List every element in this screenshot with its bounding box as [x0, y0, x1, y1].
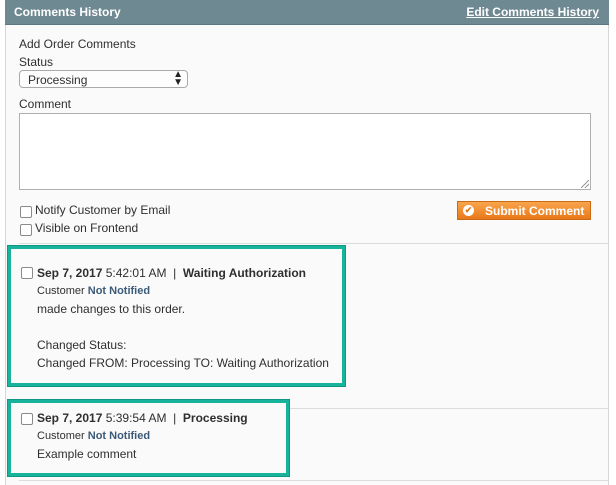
notify-customer-label: Notify Customer by Email	[35, 203, 171, 217]
entry-1-line-3: Changed FROM: Processing TO: Waiting Aut…	[37, 356, 329, 370]
notify-customer-checkbox[interactable]	[20, 206, 32, 218]
panel-header: Comments History Edit Comments History	[5, 0, 609, 25]
entry-1-date: Sep 7, 2017	[37, 266, 103, 280]
entry-1-line-2: Changed Status:	[37, 338, 127, 352]
entry-1-checkbox[interactable]	[21, 267, 33, 279]
submit-comment-label: Submit Comment	[485, 204, 585, 218]
comment-textarea[interactable]	[19, 113, 591, 190]
edit-comments-history-link[interactable]: Edit Comments History	[466, 5, 599, 19]
entry-2-notify-line: Customer Not Notified	[37, 430, 150, 442]
submit-comment-button[interactable]: ✔ Submit Comment	[457, 201, 591, 220]
entry-1-line-1: made changes to this order.	[37, 302, 186, 316]
select-arrows-icon: ▲ ▼	[173, 69, 183, 88]
entry-1-status: Waiting Authorization	[182, 266, 307, 280]
entry-2-customer-label: Customer	[37, 430, 85, 442]
entry-1-time: 5:42:01 AM	[105, 266, 167, 280]
resize-grip-icon[interactable]	[581, 180, 589, 188]
add-order-comments-heading: Add Order Comments	[19, 37, 136, 51]
entry-2-not-notified: Not Notified	[87, 430, 151, 442]
form-divider	[19, 243, 608, 244]
visible-frontend-checkbox[interactable]	[20, 224, 32, 236]
entry-1-notify-line: Customer Not Notified	[37, 285, 150, 297]
entry-1-not-notified: Not Notified	[87, 285, 151, 297]
status-label: Status	[19, 55, 54, 69]
entry-1-header: Sep 7, 2017 5:42:01 AM | Waiting Authori…	[37, 266, 306, 280]
check-icon: ✔	[463, 205, 474, 216]
entry-1-customer-label: Customer	[37, 285, 85, 297]
bottom-divider	[19, 480, 608, 481]
entry-2-line-1: Example comment	[37, 447, 137, 461]
visible-frontend-label: Visible on Frontend	[35, 221, 139, 235]
entry-2-status: Processing	[182, 411, 248, 425]
entry-2-separator: |	[173, 411, 177, 425]
entry-2-header: Sep 7, 2017 5:39:54 AM | Processing	[37, 411, 248, 425]
status-select[interactable]: Processing ▲ ▼	[19, 70, 188, 88]
comment-label: Comment	[19, 97, 72, 111]
entry-1-separator: |	[173, 266, 177, 280]
status-select-value: Processing	[28, 73, 88, 87]
entry-2-time: 5:39:54 AM	[105, 411, 167, 425]
entry-2-date: Sep 7, 2017	[37, 411, 103, 425]
entry-2-checkbox[interactable]	[21, 413, 33, 425]
panel-title: Comments History	[14, 5, 121, 19]
